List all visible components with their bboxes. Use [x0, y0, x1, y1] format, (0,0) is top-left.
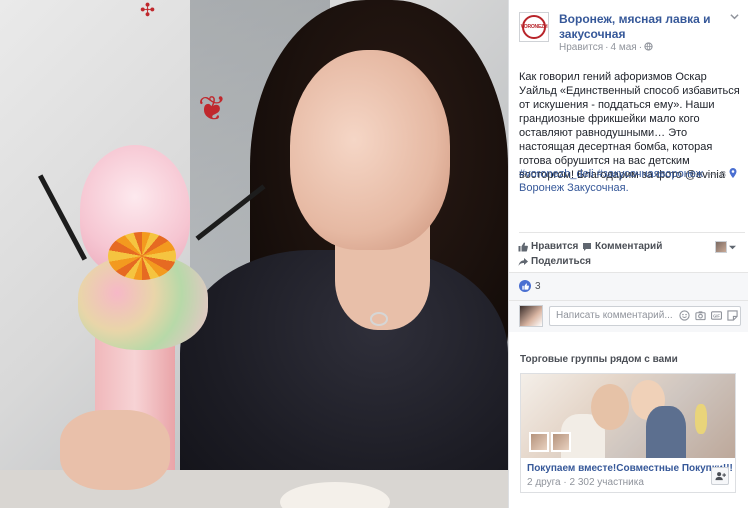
comment-button[interactable]: Комментарий [582, 241, 662, 252]
comment-icon [583, 242, 591, 251]
camera-icon[interactable] [695, 310, 706, 321]
group-suggestion-card[interactable]: Покупаем вместе!Совместные Покупки!!! 2 … [520, 373, 736, 493]
location-separator: — в [703, 168, 730, 180]
join-group-button[interactable] [711, 467, 729, 485]
chevron-down-icon[interactable] [730, 12, 739, 21]
page-logo: VORONEZH [521, 15, 548, 39]
comment-composer: Написать комментарий... GIF [508, 300, 748, 332]
post-meta: Нравится · 4 мая · [559, 42, 653, 53]
user-avatar [715, 241, 727, 253]
group-cover-image[interactable] [521, 374, 735, 458]
share-button[interactable]: Поделиться [518, 256, 591, 267]
reactions-bar: 3 [508, 272, 748, 300]
share-icon [518, 257, 528, 266]
post-photo[interactable]: ✣ ❦ [0, 0, 508, 508]
hashtag-link[interactable]: #закусочнаяворонеж [597, 168, 703, 180]
group-meta: 2 друга · 2 302 участника [527, 477, 644, 488]
suggested-groups-title: Торговые группы рядом с вами [520, 354, 678, 365]
thumbs-up-icon [519, 280, 531, 292]
page-name-link[interactable]: Воронеж, мясная лавка и закусочная [559, 12, 739, 42]
location-link[interactable]: Воронеж Закусочная. [519, 182, 629, 194]
location-pin-icon [729, 168, 737, 178]
chevron-down-icon [729, 245, 736, 249]
sticker-icon[interactable] [727, 310, 738, 321]
gif-icon[interactable]: GIF [711, 310, 723, 321]
smile-icon[interactable] [679, 310, 690, 321]
post-actions: Нравится Комментарий [518, 241, 744, 255]
ornament-decor: ✣ [140, 0, 156, 20]
post-text: Как говорил гений афоризмов Оскар Уайльд… [519, 71, 740, 181]
thumbs-up-icon [518, 242, 528, 251]
page-avatar[interactable]: VORONEZH [519, 12, 549, 42]
add-member-icon [714, 472, 726, 481]
group-name-link[interactable]: Покупаем вместе!Совместные Покупки!!! [527, 463, 733, 474]
post-tags: #voronezh_deli #закусочнаяворонеж — в Во… [519, 167, 743, 195]
post-header: VORONEZH Воронеж, мясная лавка и закусоч… [519, 10, 743, 54]
like-count-link[interactable]: 3 [519, 280, 541, 292]
ornament-decor: ❦ [198, 90, 227, 128]
hashtag-link[interactable]: #voronezh_deli [519, 168, 594, 180]
globe-icon [644, 42, 653, 51]
post-date[interactable]: 4 мая [610, 42, 636, 53]
user-avatar [519, 305, 543, 327]
post-as-selector[interactable] [715, 241, 736, 253]
comment-attachments: GIF [679, 310, 738, 321]
friend-avatars [529, 432, 571, 452]
like-button[interactable]: Нравится [518, 241, 578, 252]
svg-text:GIF: GIF [713, 314, 720, 319]
page-like-link[interactable]: Нравится [559, 42, 603, 53]
